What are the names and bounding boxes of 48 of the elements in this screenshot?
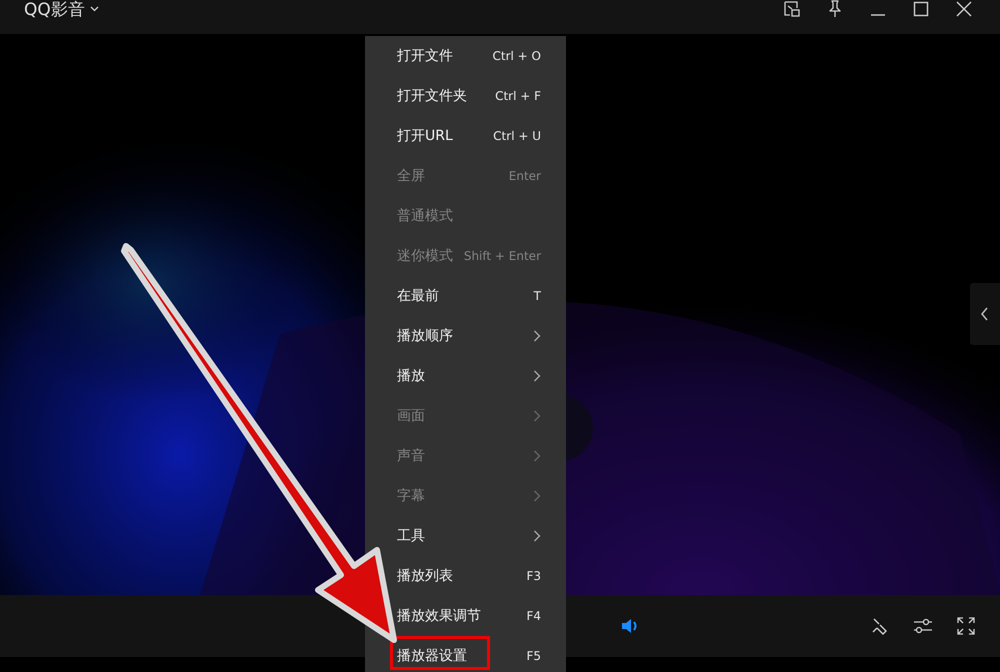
menu-item-label: 字幕: [397, 487, 425, 505]
shortcut-label: Ctrl + F: [495, 89, 541, 103]
screen-cast-icon[interactable]: [782, 0, 802, 19]
menu-item[interactable]: 打开文件 Ctrl + O: [365, 36, 566, 76]
shortcut-label: Ctrl + O: [492, 49, 541, 63]
side-panel-toggle[interactable]: [970, 283, 1000, 345]
shortcut-label: F4: [526, 609, 541, 623]
fullscreen-icon[interactable]: [956, 616, 976, 636]
sliders-icon[interactable]: [912, 616, 934, 636]
menu-item-label: 播放: [397, 367, 425, 385]
menu-item-label: 声音: [397, 447, 425, 465]
app-title[interactable]: QQ影音: [24, 0, 85, 20]
chevron-right-icon: [533, 370, 541, 382]
menu-item-label: 普通模式: [397, 207, 453, 225]
menu-item[interactable]: 打开URL Ctrl + U: [365, 116, 566, 156]
menu-item[interactable]: 播放顺序: [365, 316, 566, 356]
menu-item[interactable]: 打开文件夹 Ctrl + F: [365, 76, 566, 116]
maximize-icon[interactable]: [911, 0, 931, 19]
chevron-right-icon: [533, 410, 541, 422]
menu-item-label: 画面: [397, 407, 425, 425]
menu-item-label: 播放效果调节: [397, 607, 481, 625]
shortcut-label: T: [534, 289, 541, 303]
chevron-right-icon: [533, 490, 541, 502]
shortcut-label: F5: [526, 649, 541, 663]
shortcut-label: Enter: [508, 169, 541, 183]
shortcut-label: Shift + Enter: [464, 249, 541, 263]
menu-item-label: 迷你模式: [397, 247, 453, 265]
menu-item[interactable]: 播放器设置 F5: [365, 636, 566, 672]
chevron-right-icon: [533, 330, 541, 342]
menu-item-label: 播放列表: [397, 567, 453, 585]
menu-item-label: 打开URL: [397, 127, 453, 145]
menu-item-label: 工具: [397, 527, 425, 545]
menu-item-label: 打开文件: [397, 47, 453, 65]
menu-item[interactable]: 在最前 T: [365, 276, 566, 316]
shortcut-label: Ctrl + U: [493, 129, 541, 143]
menu-item-label: 在最前: [397, 287, 439, 305]
chevron-right-icon: [533, 450, 541, 462]
menu-item[interactable]: 工具: [365, 516, 566, 556]
chevron-down-icon[interactable]: [90, 6, 99, 12]
chevron-right-icon: [533, 530, 541, 542]
menu-item[interactable]: 播放: [365, 356, 566, 396]
chevron-left-icon: [980, 307, 990, 321]
close-icon[interactable]: [954, 0, 974, 19]
menu-item-label: 全屏: [397, 167, 425, 185]
menu-item-label: 播放顺序: [397, 327, 453, 345]
menu-item-label: 播放器设置: [397, 647, 467, 665]
menu-item-label: 打开文件夹: [397, 87, 467, 105]
shortcut-label: F3: [526, 569, 541, 583]
